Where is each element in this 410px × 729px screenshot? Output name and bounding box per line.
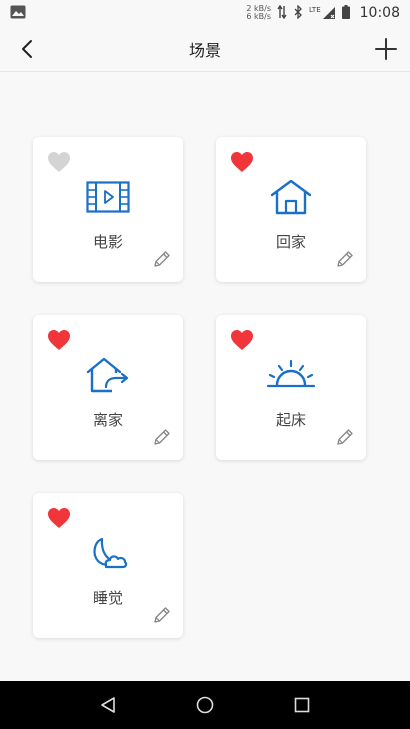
system-nav-bar — [0, 681, 410, 729]
back-button[interactable] — [14, 36, 40, 62]
pencil-icon — [337, 251, 353, 267]
data-transfer-icon — [277, 4, 287, 23]
edit-scene-button[interactable] — [151, 248, 173, 270]
heart-icon[interactable] — [47, 329, 71, 351]
sunrise-icon — [266, 355, 316, 395]
chevron-left-icon — [22, 40, 32, 58]
edit-scene-button[interactable] — [151, 604, 173, 626]
battery-icon — [341, 4, 350, 23]
heart-icon[interactable] — [230, 151, 254, 173]
heart-icon[interactable] — [230, 329, 254, 351]
moon-cloud-icon — [83, 533, 133, 573]
pencil-icon — [337, 429, 353, 445]
nav-back-button[interactable] — [93, 690, 123, 720]
square-recents-icon — [294, 697, 309, 713]
status-bar: 2 kB/s 6 kB/s LTE 10:08 — [0, 0, 410, 26]
scene-card-home[interactable]: 回家 — [216, 137, 366, 282]
scene-card-sleep[interactable]: 睡觉 — [33, 493, 183, 638]
scene-list: 电影 回家 离家 起床 睡觉 — [0, 72, 410, 681]
gallery-icon — [10, 4, 26, 23]
pencil-icon — [154, 251, 170, 267]
circle-home-icon — [196, 696, 214, 714]
add-scene-button[interactable] — [372, 35, 400, 63]
edit-scene-button[interactable] — [151, 426, 173, 448]
edit-scene-button[interactable] — [334, 248, 356, 270]
leave-home-icon — [83, 355, 133, 395]
network-speed: 2 kB/s 6 kB/s — [246, 5, 271, 21]
page-title: 场景 — [188, 40, 221, 60]
lte-signal-icon: LTE — [309, 6, 336, 20]
net-down-speed: 6 kB/s — [246, 12, 271, 21]
app-header: 场景 — [0, 26, 410, 72]
edit-scene-button[interactable] — [334, 426, 356, 448]
heart-icon[interactable] — [47, 151, 71, 173]
scene-card-wake-up[interactable]: 起床 — [216, 315, 366, 460]
nav-recents-button[interactable] — [287, 690, 317, 720]
network-type-label: LTE — [309, 6, 321, 14]
nav-home-button[interactable] — [190, 690, 220, 720]
heart-icon[interactable] — [47, 507, 71, 529]
triangle-back-icon — [101, 697, 116, 713]
home-icon — [266, 177, 316, 217]
pencil-icon — [154, 429, 170, 445]
scene-card-leave-home[interactable]: 离家 — [33, 315, 183, 460]
plus-icon — [375, 38, 397, 60]
scene-card-movie[interactable]: 电影 — [33, 137, 183, 282]
bluetooth-icon — [293, 3, 303, 23]
film-icon — [83, 177, 133, 217]
pencil-icon — [154, 607, 170, 623]
status-clock: 10:08 — [359, 5, 400, 21]
